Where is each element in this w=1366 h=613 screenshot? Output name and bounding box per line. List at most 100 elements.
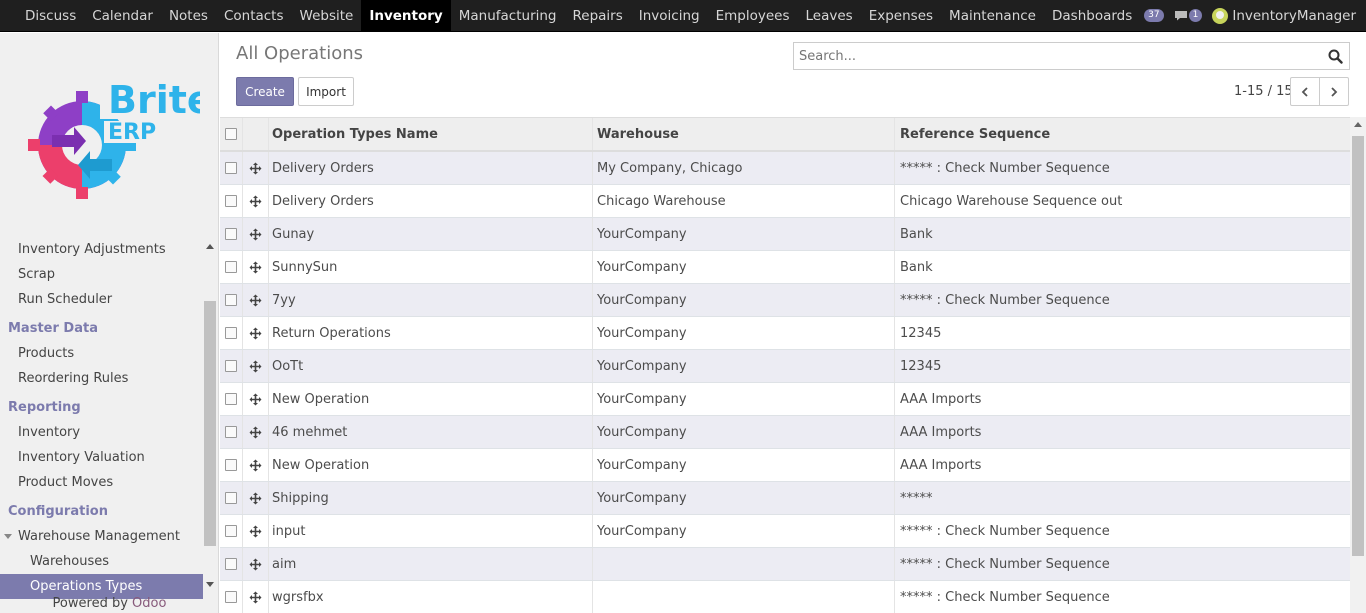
create-button[interactable]: Create <box>236 77 294 106</box>
menu-item-invoicing[interactable]: Invoicing <box>631 0 708 31</box>
row-checkbox[interactable] <box>225 591 237 603</box>
drag-handle-icon[interactable] <box>249 492 262 505</box>
table-row[interactable]: SunnySun YourCompany Bank <box>220 251 1350 284</box>
row-checkbox[interactable] <box>225 459 237 471</box>
search-icon[interactable] <box>1328 49 1343 64</box>
column-header-warehouse[interactable]: Warehouse <box>593 118 895 150</box>
main-scroll-up-icon[interactable] <box>1354 122 1362 127</box>
user-menu[interactable]: InventoryManager <box>1212 7 1356 24</box>
menu-item-expenses[interactable]: Expenses <box>861 0 941 31</box>
sidebar-item-inventory[interactable]: Inventory <box>0 420 203 445</box>
cell-warehouse <box>593 581 895 613</box>
sidebar-item-inventory-valuation[interactable]: Inventory Valuation <box>0 445 203 470</box>
sidebar-item-warehouses[interactable]: Warehouses <box>0 549 203 574</box>
row-checkbox[interactable] <box>225 195 237 207</box>
cell-operation-type-name: Shipping <box>269 482 593 514</box>
table-row[interactable]: 46 mehmet YourCompany AAA Imports <box>220 416 1350 449</box>
row-checkbox[interactable] <box>225 327 237 339</box>
table-row[interactable]: input YourCompany ***** : Check Number Seq… <box>220 515 1350 548</box>
select-all-checkbox[interactable] <box>225 128 237 140</box>
table-row[interactable]: Shipping YourCompany ***** <box>220 482 1350 515</box>
row-checkbox[interactable] <box>225 162 237 174</box>
drag-handle-icon[interactable] <box>249 327 262 340</box>
drag-handle-icon[interactable] <box>249 558 262 571</box>
row-checkbox[interactable] <box>225 525 237 537</box>
drag-handle-icon[interactable] <box>249 261 262 274</box>
menu-item-repairs[interactable]: Repairs <box>565 0 631 31</box>
cell-reference-sequence: 12345 <box>900 358 942 374</box>
row-checkbox[interactable] <box>225 228 237 240</box>
row-checkbox[interactable] <box>225 261 237 273</box>
activity-indicator[interactable]: 37 <box>1144 9 1164 22</box>
menu-item-contacts[interactable]: Contacts <box>216 0 292 31</box>
drag-handle-icon[interactable] <box>249 591 262 604</box>
menu-item-website[interactable]: Website <box>292 0 362 31</box>
table-row[interactable]: New Operation YourCompany AAA Imports <box>220 383 1350 416</box>
table-row[interactable]: Gunay YourCompany Bank <box>220 218 1350 251</box>
table-row[interactable]: New Operation YourCompany AAA Imports <box>220 449 1350 482</box>
logo-word-brite: Brite <box>108 78 200 122</box>
drag-handle-icon[interactable] <box>249 525 262 538</box>
menu-item-discuss[interactable]: Discuss <box>17 0 84 31</box>
search-box <box>793 42 1350 70</box>
drag-handle-icon[interactable] <box>249 393 262 406</box>
row-checkbox[interactable] <box>225 360 237 372</box>
sidebar-item-scrap[interactable]: Scrap <box>0 262 203 287</box>
row-checkbox[interactable] <box>225 294 237 306</box>
main-scroll-thumb[interactable] <box>1352 136 1364 556</box>
table-row[interactable]: OoTt YourCompany 12345 <box>220 350 1350 383</box>
column-header-reference-sequence[interactable]: Reference Sequence <box>895 118 1350 150</box>
sidebar-item-inventory-adjustments[interactable]: Inventory Adjustments <box>0 237 203 262</box>
messaging-indicator[interactable]: 1 <box>1174 9 1203 22</box>
pager-value[interactable]: 1-15 / 15 <box>1234 84 1293 99</box>
sidebar-item-run-scheduler[interactable]: Run Scheduler <box>0 287 203 312</box>
sidebar-item-product-moves[interactable]: Product Moves <box>0 470 203 495</box>
odoo-link[interactable]: Odoo <box>132 596 166 611</box>
drag-handle-icon[interactable] <box>249 459 262 472</box>
sidebar-scroll-thumb[interactable] <box>204 301 216 546</box>
pager-next-button[interactable] <box>1319 77 1349 106</box>
drag-handle-icon[interactable] <box>249 360 262 373</box>
pager-previous-button[interactable] <box>1290 77 1320 106</box>
scroll-down-icon[interactable] <box>206 582 214 587</box>
menu-item-dashboards[interactable]: Dashboards <box>1044 0 1140 31</box>
row-checkbox[interactable] <box>225 426 237 438</box>
table-row[interactable]: Delivery Orders My Company, Chicago ***** … <box>220 152 1350 185</box>
menu-item-maintenance[interactable]: Maintenance <box>941 0 1044 31</box>
row-checkbox[interactable] <box>225 492 237 504</box>
table-body: Delivery Orders My Company, Chicago ***** … <box>220 152 1350 613</box>
cell-reference-sequence: AAA Imports <box>900 457 982 473</box>
drag-handle-icon[interactable] <box>249 162 262 175</box>
table-row[interactable]: wgrsfbx ***** : Check Number Sequence <box>220 581 1350 613</box>
menu-item-calendar[interactable]: Calendar <box>84 0 161 31</box>
row-handle-cell <box>243 251 269 283</box>
menu-item-inventory[interactable]: Inventory <box>361 0 451 31</box>
row-select-cell <box>220 317 243 349</box>
column-header-name[interactable]: Operation Types Name <box>269 118 593 150</box>
drag-handle-icon[interactable] <box>249 228 262 241</box>
row-checkbox[interactable] <box>225 558 237 570</box>
sidebar-section-reporting: Reporting <box>8 400 81 415</box>
menu-item-leaves[interactable]: Leaves <box>798 0 861 31</box>
sidebar-item-warehouse-management[interactable]: Warehouse Management <box>0 524 203 549</box>
table-row[interactable]: 7yy YourCompany ***** : Check Number Seque… <box>220 284 1350 317</box>
row-select-cell <box>220 185 243 217</box>
row-checkbox[interactable] <box>225 393 237 405</box>
table-row[interactable]: Delivery Orders Chicago Warehouse Chicago … <box>220 185 1350 218</box>
menu-item-manufacturing[interactable]: Manufacturing <box>451 0 565 31</box>
sidebar-item-products[interactable]: Products <box>0 341 203 366</box>
menu-item-notes[interactable]: Notes <box>161 0 216 31</box>
scroll-up-icon[interactable] <box>206 244 214 249</box>
list-view: Operation Types Name Warehouse Reference… <box>220 117 1350 613</box>
drag-handle-icon[interactable] <box>249 426 262 439</box>
drag-handle-icon[interactable] <box>249 294 262 307</box>
sidebar-item-label: Inventory Adjustments <box>18 242 166 257</box>
table-row[interactable]: Return Operations YourCompany 12345 <box>220 317 1350 350</box>
sidebar-item-reordering-rules[interactable]: Reordering Rules <box>0 366 203 391</box>
row-handle-cell <box>243 482 269 514</box>
table-row[interactable]: aim ***** : Check Number Sequence <box>220 548 1350 581</box>
import-button[interactable]: Import <box>298 77 354 106</box>
drag-handle-icon[interactable] <box>249 195 262 208</box>
search-input[interactable] <box>794 43 1314 69</box>
menu-item-employees[interactable]: Employees <box>708 0 798 31</box>
